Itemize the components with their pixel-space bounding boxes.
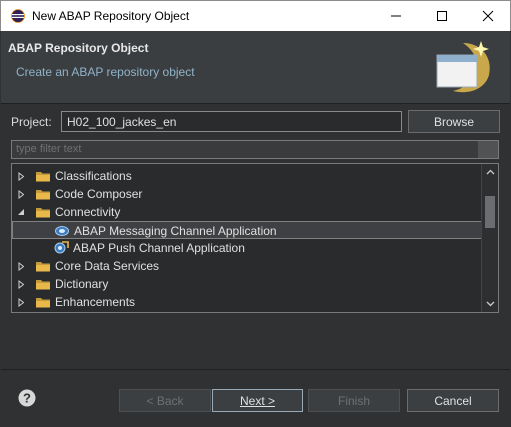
scroll-down-button[interactable] [482, 296, 498, 312]
maximize-button[interactable] [419, 1, 465, 31]
maximize-icon [437, 11, 447, 21]
tree-item[interactable]: ABAP Push Channel Application [12, 239, 482, 257]
amc-icon [54, 224, 70, 238]
banner-title: ABAP Repository Object [8, 41, 149, 55]
filter-input[interactable]: type filter text [11, 140, 499, 159]
wizard-banner-icon [436, 41, 490, 93]
banner-separator [1, 103, 510, 104]
tree-item-label: Core Data Services [55, 259, 160, 273]
folder-icon [35, 259, 51, 273]
window-title: New ABAP Repository Object [32, 9, 190, 23]
tree-category[interactable]: Dictionary [12, 275, 482, 293]
folder-icon [35, 169, 51, 183]
tree-category[interactable]: Classifications [12, 167, 482, 185]
help-icon[interactable]: ? [18, 389, 36, 407]
collapsed-twisty-icon[interactable] [16, 189, 26, 199]
chevron-up-icon [486, 169, 494, 175]
scroll-up-button[interactable] [482, 164, 498, 180]
filter-placeholder: type filter text [16, 143, 82, 155]
folder-icon [35, 205, 51, 219]
collapsed-twisty-icon[interactable] [16, 279, 26, 289]
apc-icon [53, 241, 69, 255]
eclipse-icon [11, 9, 25, 23]
collapsed-twisty-icon[interactable] [16, 261, 26, 271]
tree-category[interactable]: Connectivity [12, 203, 482, 221]
tree-category[interactable]: Core Data Services [12, 257, 482, 275]
back-button[interactable]: < Back [119, 389, 211, 412]
wizard-banner: ABAP Repository Object Create an ABAP re… [1, 31, 510, 103]
tree-item-label: Classifications [55, 169, 132, 183]
tree-item-label: Dictionary [55, 277, 109, 291]
folder-icon [35, 295, 51, 309]
next-button[interactable]: Next > [212, 389, 303, 412]
chevron-down-icon [486, 301, 494, 307]
svg-text:?: ? [23, 391, 31, 406]
footer-separator [1, 369, 510, 370]
finish-button[interactable]: Finish [308, 389, 400, 412]
tree-item[interactable]: ABAP Messaging Channel Application [12, 221, 482, 239]
tree-category[interactable]: Enhancements [12, 293, 482, 311]
tree-item-label: ABAP Push Channel Application [73, 241, 245, 255]
collapsed-twisty-icon[interactable] [16, 297, 26, 307]
collapsed-twisty-icon[interactable] [16, 171, 26, 181]
tree-item-label: ABAP Messaging Channel Application [74, 224, 277, 238]
tree-category[interactable]: Code Composer [12, 185, 482, 203]
banner-subtitle: Create an ABAP repository object [16, 65, 195, 79]
object-type-tree[interactable]: Classifications Code Composer Connectivity… [11, 163, 499, 313]
close-icon [482, 10, 494, 22]
expanded-twisty-icon[interactable] [16, 207, 26, 217]
vertical-scrollbar[interactable] [481, 164, 498, 312]
cancel-button[interactable]: Cancel [407, 389, 499, 412]
tree-item-label: Connectivity [55, 205, 121, 219]
minimize-button[interactable] [373, 1, 419, 31]
tree-item-label: Enhancements [55, 295, 136, 309]
scrollbar-thumb[interactable] [485, 196, 495, 228]
browse-button[interactable]: Browse [408, 110, 500, 133]
project-field[interactable] [61, 111, 402, 132]
project-label: Project: [11, 115, 52, 129]
close-button[interactable] [465, 1, 511, 31]
folder-icon [35, 277, 51, 291]
title-bar: New ABAP Repository Object [0, 0, 511, 31]
minimize-icon [391, 15, 401, 17]
clear-filter-button[interactable] [478, 141, 498, 158]
tree-item-label: Code Composer [55, 187, 143, 201]
next-label: Next > [239, 393, 275, 408]
folder-icon [35, 187, 51, 201]
